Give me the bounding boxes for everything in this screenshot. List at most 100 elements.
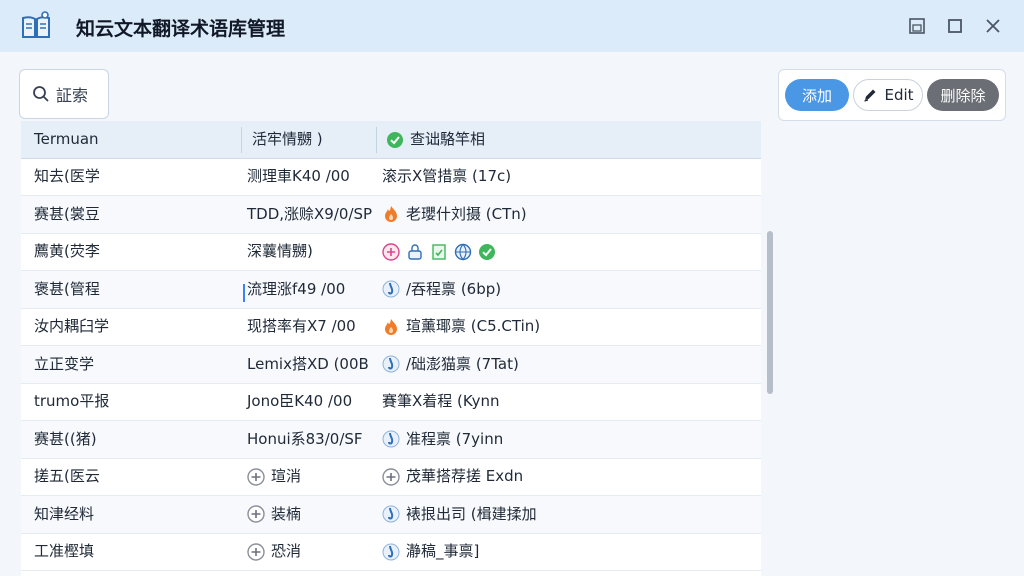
translation-text: /吞程禀 (6bp) — [406, 279, 502, 298]
translation-cell: 老瓔什刘摄 (CTn) — [382, 196, 527, 233]
drop-icon — [382, 355, 400, 373]
column-header-translation[interactable]: 查诎駱竿相 — [386, 121, 485, 158]
window-title: 知云文本翻译术语库管理 — [76, 18, 286, 40]
translation-text: 裱拫出司 (楫建揉加 — [406, 504, 537, 523]
pending-icon — [247, 542, 265, 561]
status-cell: 瑄消 — [247, 458, 301, 495]
status-cell: TDD,涨赊X9/0/SP — [247, 196, 372, 233]
drop-icon — [382, 430, 400, 448]
scrollbar-thumb[interactable] — [767, 231, 773, 394]
translation-text: 茂華搭荐搓 Exdn — [406, 467, 524, 485]
term-cell: 搓五(医云 — [34, 467, 100, 485]
translation-text: 瀞稿_事禀] — [406, 542, 480, 560]
term-cell: trumo平报 — [34, 392, 110, 410]
table-row[interactable]: 赛甚((猪) Honui系83/0/SF 准程禀 (7yinn — [21, 420, 761, 459]
translation-cell: 准程禀 (7yinn — [382, 421, 503, 458]
add-button[interactable]: 添加 — [785, 79, 849, 111]
add-button-label: 添加 — [801, 86, 832, 105]
status-text: Honui系83/0/SF — [247, 429, 363, 448]
drop-icon — [382, 543, 400, 560]
status-text: TDD,涨赊X9/0/SP — [247, 204, 373, 223]
status-text: 测理車K40 /00 — [247, 167, 350, 185]
pencil-icon — [864, 89, 876, 102]
search-label: 証索 — [56, 86, 89, 105]
status-text: Lemix搭XD (00B — [247, 354, 369, 373]
delete-button[interactable]: 删除除 — [927, 79, 999, 111]
status-cell: Jono臣K40 /00 — [247, 383, 352, 420]
check-circle-icon — [387, 131, 403, 148]
translation-cell: 瀞稿_事禀] — [382, 533, 479, 570]
status-text: 装楠 — [271, 504, 302, 523]
table-row[interactable]: 汝内耦臼学 现搭率有X7 /00 瑄薰瑘禀 (C5.CTin) — [21, 308, 761, 346]
table-row[interactable]: 搓五(医云 瑄消 茂華搭荐搓 Exdn — [21, 458, 761, 496]
table-row[interactable]: 知去(医学 测理車K40 /00 滚示X管措禀 (17c) — [21, 158, 761, 196]
search-box[interactable]: 証索 — [19, 69, 109, 119]
table-row[interactable]: 薦黄(荧李 深蘘情嬲) — [21, 233, 761, 271]
translation-cell: 裱拫出司 (楫建揉加 — [382, 496, 537, 533]
table-row[interactable]: trumo平报 Jono臣K40 /00 賽筆X着程 (Kynn — [21, 383, 761, 421]
restore-icon[interactable] — [906, 15, 928, 37]
term-table: Termuan 活牢情嬲 ) 查诎駱竿相 知去(医学 测理車K40 /00 滚示X管… — [21, 121, 761, 576]
status-text: 流理涨f49 /00 — [247, 279, 346, 298]
delete-button-label: 删除除 — [940, 86, 986, 105]
table-row[interactable]: 知津经料 装楠 裱拫出司 (楫建揉加 — [21, 495, 761, 534]
term-cell: 知津经料 — [34, 504, 95, 523]
status-text: 现搭率有X7 /00 — [247, 317, 356, 335]
term-cell: 赛甚((猪) — [34, 429, 97, 448]
check-circle-icon — [479, 243, 495, 260]
edit-button-label: Edit — [884, 86, 914, 104]
table-row[interactable]: 褒甚(管程 流理涨f49 /00/吞程禀 (6bp) — [21, 270, 761, 309]
book-icon — [22, 11, 50, 38]
table-row[interactable]: 立正变学 Lemix搭XD (00B/础澎猫禀 (7Tat) — [21, 345, 761, 384]
term-cell: 薦黄(荧李 — [34, 242, 100, 260]
drop-icon — [382, 280, 400, 298]
column-divider — [241, 127, 242, 153]
translation-text: 賽筆X着程 (Kynn — [382, 392, 500, 410]
translation-text: 老瓔什刘摄 (CTn) — [406, 204, 527, 223]
status-cell: 恐消 — [247, 533, 301, 570]
translation-text: 瑄薰瑘禀 (C5.CTin) — [406, 317, 541, 335]
status-cell: 装楠 — [247, 496, 301, 533]
status-cell: 测理車K40 /00 — [247, 158, 350, 195]
translation-cell: 賽筆X着程 (Kynn — [382, 383, 500, 420]
title-bar: 知云文本翻译术语库管理 — [0, 0, 1024, 52]
translation-cell: /吞程禀 (6bp) — [382, 271, 501, 308]
status-text: 瑄消 — [271, 467, 302, 485]
term-cell: 知去(医学 — [34, 167, 100, 185]
translation-cell: 瑄薰瑘禀 (C5.CTin) — [382, 308, 540, 345]
translation-text: /础澎猫禀 (7Tat) — [406, 354, 519, 373]
translation-cell: /础澎猫禀 (7Tat) — [382, 346, 519, 383]
translation-text: 滚示X管措禀 (17c) — [382, 167, 512, 185]
column-divider — [376, 127, 377, 153]
term-cell: 工准樫填 — [34, 542, 95, 560]
edit-button[interactable]: Edit — [853, 79, 923, 111]
pending-icon — [247, 505, 265, 523]
search-icon — [33, 86, 49, 102]
drop-icon — [382, 505, 400, 523]
translation-cell: 滚示X管措禀 (17c) — [382, 158, 511, 195]
refresh-icon — [382, 242, 400, 261]
status-text: Jono臣K40 /00 — [247, 392, 353, 410]
term-cell: 汝内耦臼学 — [34, 317, 110, 335]
table-row[interactable]: 赛甚(裳豆 TDD,涨赊X9/0/SP 老瓔什刘摄 (CTn) — [21, 195, 761, 234]
maximize-icon[interactable] — [944, 15, 966, 37]
term-cell: 褒甚(管程 — [34, 279, 100, 298]
flame-icon — [385, 206, 397, 222]
column-header-status[interactable]: 活牢情嬲 ) — [252, 121, 323, 158]
globe-icon — [454, 243, 472, 260]
close-icon[interactable] — [982, 15, 1004, 37]
pending-icon — [247, 467, 265, 486]
status-cell: Honui系83/0/SF — [247, 421, 363, 458]
status-cell: 现搭率有X7 /00 — [247, 308, 356, 345]
text-cursor — [243, 284, 245, 302]
table-row[interactable]: 工准樫填 恐消 瀞稿_事禀] — [21, 533, 761, 571]
column-header-term[interactable]: Termuan — [34, 121, 99, 158]
column-header-translation-label: 查诎駱竿相 — [410, 130, 486, 148]
flame-icon — [385, 318, 397, 335]
status-text: 恐消 — [271, 542, 302, 560]
translation-cell — [382, 233, 502, 270]
lock-icon — [408, 243, 422, 260]
document-check-icon — [432, 243, 446, 260]
status-cell: 深蘘情嬲) — [247, 233, 313, 270]
translation-text: 准程禀 (7yinn — [406, 429, 504, 448]
